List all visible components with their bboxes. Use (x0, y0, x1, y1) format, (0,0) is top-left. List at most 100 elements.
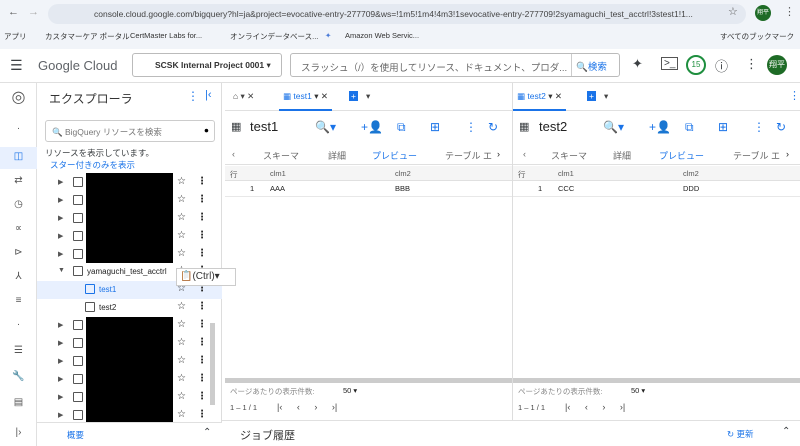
page-range: 1 – 1 / 1 (518, 403, 546, 412)
copy-icon[interactable]: ⧉ (397, 120, 406, 135)
subtab-bar: ‹ スキーマ 詳細 プレビュー テーブル エ › (513, 143, 800, 169)
refresh-button[interactable]: ↻ 更新 (727, 428, 754, 440)
subtab-lineage[interactable]: テーブル エ (445, 149, 492, 162)
job-history-bar: ジョブ履歴 ↻ 更新 ⌃ (222, 420, 800, 446)
list-icon[interactable]: ☰ (0, 345, 37, 356)
scrollbar[interactable] (210, 323, 215, 405)
paste-shortcut: (Ctrl) (192, 271, 215, 282)
refresh-label: 更新 (736, 429, 754, 439)
notifications-badge[interactable]: 15 (686, 55, 706, 75)
bigquery-logo-icon[interactable]: ◎ (0, 87, 37, 107)
bookmark-star-icon[interactable]: ☆ (728, 5, 738, 18)
column-header: 行 (518, 170, 526, 179)
tab-test2[interactable]: ▦ test2 ▾ ✕ (513, 91, 566, 111)
bookmark-apps[interactable]: アプリ (4, 31, 27, 42)
profile-avatar[interactable]: 翔平 (755, 5, 771, 21)
more-icon[interactable]: ⋮ (465, 120, 477, 134)
tab-test1[interactable]: ▦ test1 ▾ ✕ (279, 91, 332, 111)
explorer-more-icon[interactable]: ⋮ (187, 89, 199, 103)
all-bookmarks[interactable]: すべてのブックマーク (720, 31, 794, 42)
wrench-icon[interactable]: 🔧 (0, 371, 37, 382)
table-header: 行 clm1 clm2 (513, 166, 800, 181)
per-page-select[interactable]: 50 ▾ (343, 386, 357, 395)
column-header: 行 (230, 170, 238, 179)
history-icon[interactable]: ◷ (0, 199, 37, 210)
browser-chrome: ← → ↻ console.cloud.google.com/bigquery?… (0, 0, 800, 49)
search-label: 検索 (587, 62, 607, 73)
subtab-lineage[interactable]: テーブル エ (733, 149, 780, 162)
snapshot-icon[interactable]: ⊞ (718, 120, 728, 134)
bookmark[interactable]: オンラインデータベース... (230, 31, 318, 42)
new-tab-icon[interactable]: + (349, 91, 358, 101)
address-bar[interactable]: console.cloud.google.com/bigquery?hl=ja&… (48, 4, 746, 24)
subtab-details[interactable]: 詳細 (328, 149, 346, 162)
collapse-panel-icon[interactable]: |‹ (205, 89, 212, 101)
tab-label: test2 (527, 91, 546, 101)
explorer-search-input[interactable]: 🔍 BigQuery リソースを検索 ● (45, 120, 215, 142)
bookmark[interactable]: カスタマーケア ポータル (45, 31, 130, 42)
expand-rail-icon[interactable]: |› (0, 427, 37, 438)
scroll-left-icon[interactable]: ‹ (232, 149, 235, 159)
google-cloud-logo[interactable]: Google Cloud (38, 58, 118, 73)
share-icon[interactable]: +👤 (361, 120, 383, 134)
refresh-icon[interactable]: ↻ (488, 120, 498, 134)
share-icon[interactable]: +👤 (649, 120, 671, 134)
summary-link[interactable]: 概要 (67, 429, 84, 441)
project-name: SCSK Internal Project 0001 (155, 60, 265, 70)
horizontal-scrollbar[interactable] (513, 378, 800, 383)
subtab-schema[interactable]: スキーマ (551, 149, 587, 162)
pagination-controls[interactable]: |‹ ‹ › ›| (277, 402, 337, 412)
scroll-right-icon[interactable]: › (497, 149, 500, 159)
project-selector[interactable]: SCSK Internal Project 0001 ▾ (132, 53, 282, 77)
chevron-up-icon[interactable]: ⌃ (782, 426, 790, 437)
table-row: 1 AAA BBB (225, 181, 512, 197)
bookmark[interactable]: Amazon Web Servic... (345, 31, 419, 40)
summary-bar: 概要 ⌃ (37, 422, 222, 446)
release-notes-icon[interactable]: ▤ (0, 397, 37, 408)
studio-icon[interactable]: ◫ (0, 147, 37, 169)
pagination-controls[interactable]: |‹ ‹ › ›| (565, 402, 625, 412)
forward-icon[interactable]: → (28, 6, 39, 18)
hamburger-icon[interactable]: ☰ (10, 57, 23, 74)
column-header: clm2 (683, 169, 699, 178)
avatar[interactable]: 翔平 (767, 55, 787, 75)
home-tab[interactable]: ⌂ ▾ ✕ (233, 91, 254, 102)
table-title: test1 (250, 119, 279, 134)
tab-label: test1 (293, 91, 312, 101)
scroll-right-icon[interactable]: › (786, 149, 789, 159)
snapshot-icon[interactable]: ⊞ (430, 120, 440, 134)
nav-rail: ◎ · ◫ ⇄ ◷ ∝ ⊳ ⅄ ≡ · ☰ 🔧 ▤ |› (0, 83, 37, 446)
more-icon[interactable]: ⋮ (753, 120, 765, 134)
help-icon[interactable]: ⓘ (715, 56, 728, 75)
pane-more-icon[interactable]: ⋮ (789, 89, 800, 102)
gemini-icon[interactable]: ✦ (632, 56, 643, 72)
tree-row-test2[interactable]: test2 ☆ ⋮ (37, 299, 222, 317)
new-tab-dropdown[interactable]: ▾ (604, 91, 608, 102)
scroll-left-icon[interactable]: ‹ (523, 149, 526, 159)
new-tab-dropdown[interactable]: ▾ (366, 91, 370, 102)
per-page-select[interactable]: 50 ▾ (631, 386, 645, 395)
horizontal-scrollbar[interactable] (225, 378, 512, 383)
back-icon[interactable]: ← (8, 6, 19, 18)
chevron-up-icon[interactable]: ⌃ (203, 427, 211, 438)
subtab-details[interactable]: 詳細 (613, 149, 631, 162)
help-icon[interactable]: ● (204, 125, 209, 135)
starred-only-link[interactable]: スター付きのみを表示 (50, 159, 135, 171)
query-icon[interactable]: 🔍▾ (603, 120, 624, 134)
filter-icon[interactable]: ≡ (0, 295, 37, 306)
search-button[interactable]: 🔍検索 (571, 54, 619, 76)
transfers-icon[interactable]: ⇄ (0, 175, 37, 186)
refresh-icon[interactable]: ↻ (776, 120, 786, 134)
query-icon[interactable]: 🔍▾ (315, 120, 336, 134)
more-icon[interactable]: ⋮ (745, 56, 758, 72)
cloud-shell-icon[interactable]: >_ (661, 57, 679, 70)
gemini-bookmark-icon[interactable]: ✦ (325, 31, 331, 40)
menu-icon[interactable]: ⋮ (784, 5, 795, 18)
hierarchy-icon[interactable]: ⅄ (0, 271, 37, 282)
new-tab-icon[interactable]: + (587, 91, 596, 101)
subtab-schema[interactable]: スキーマ (263, 149, 299, 162)
bookmark[interactable]: CertMaster Labs for... (130, 31, 202, 40)
pipeline-icon[interactable]: ⊳ (0, 247, 37, 258)
copy-icon[interactable]: ⧉ (685, 120, 694, 135)
analytics-icon[interactable]: ∝ (0, 223, 37, 234)
